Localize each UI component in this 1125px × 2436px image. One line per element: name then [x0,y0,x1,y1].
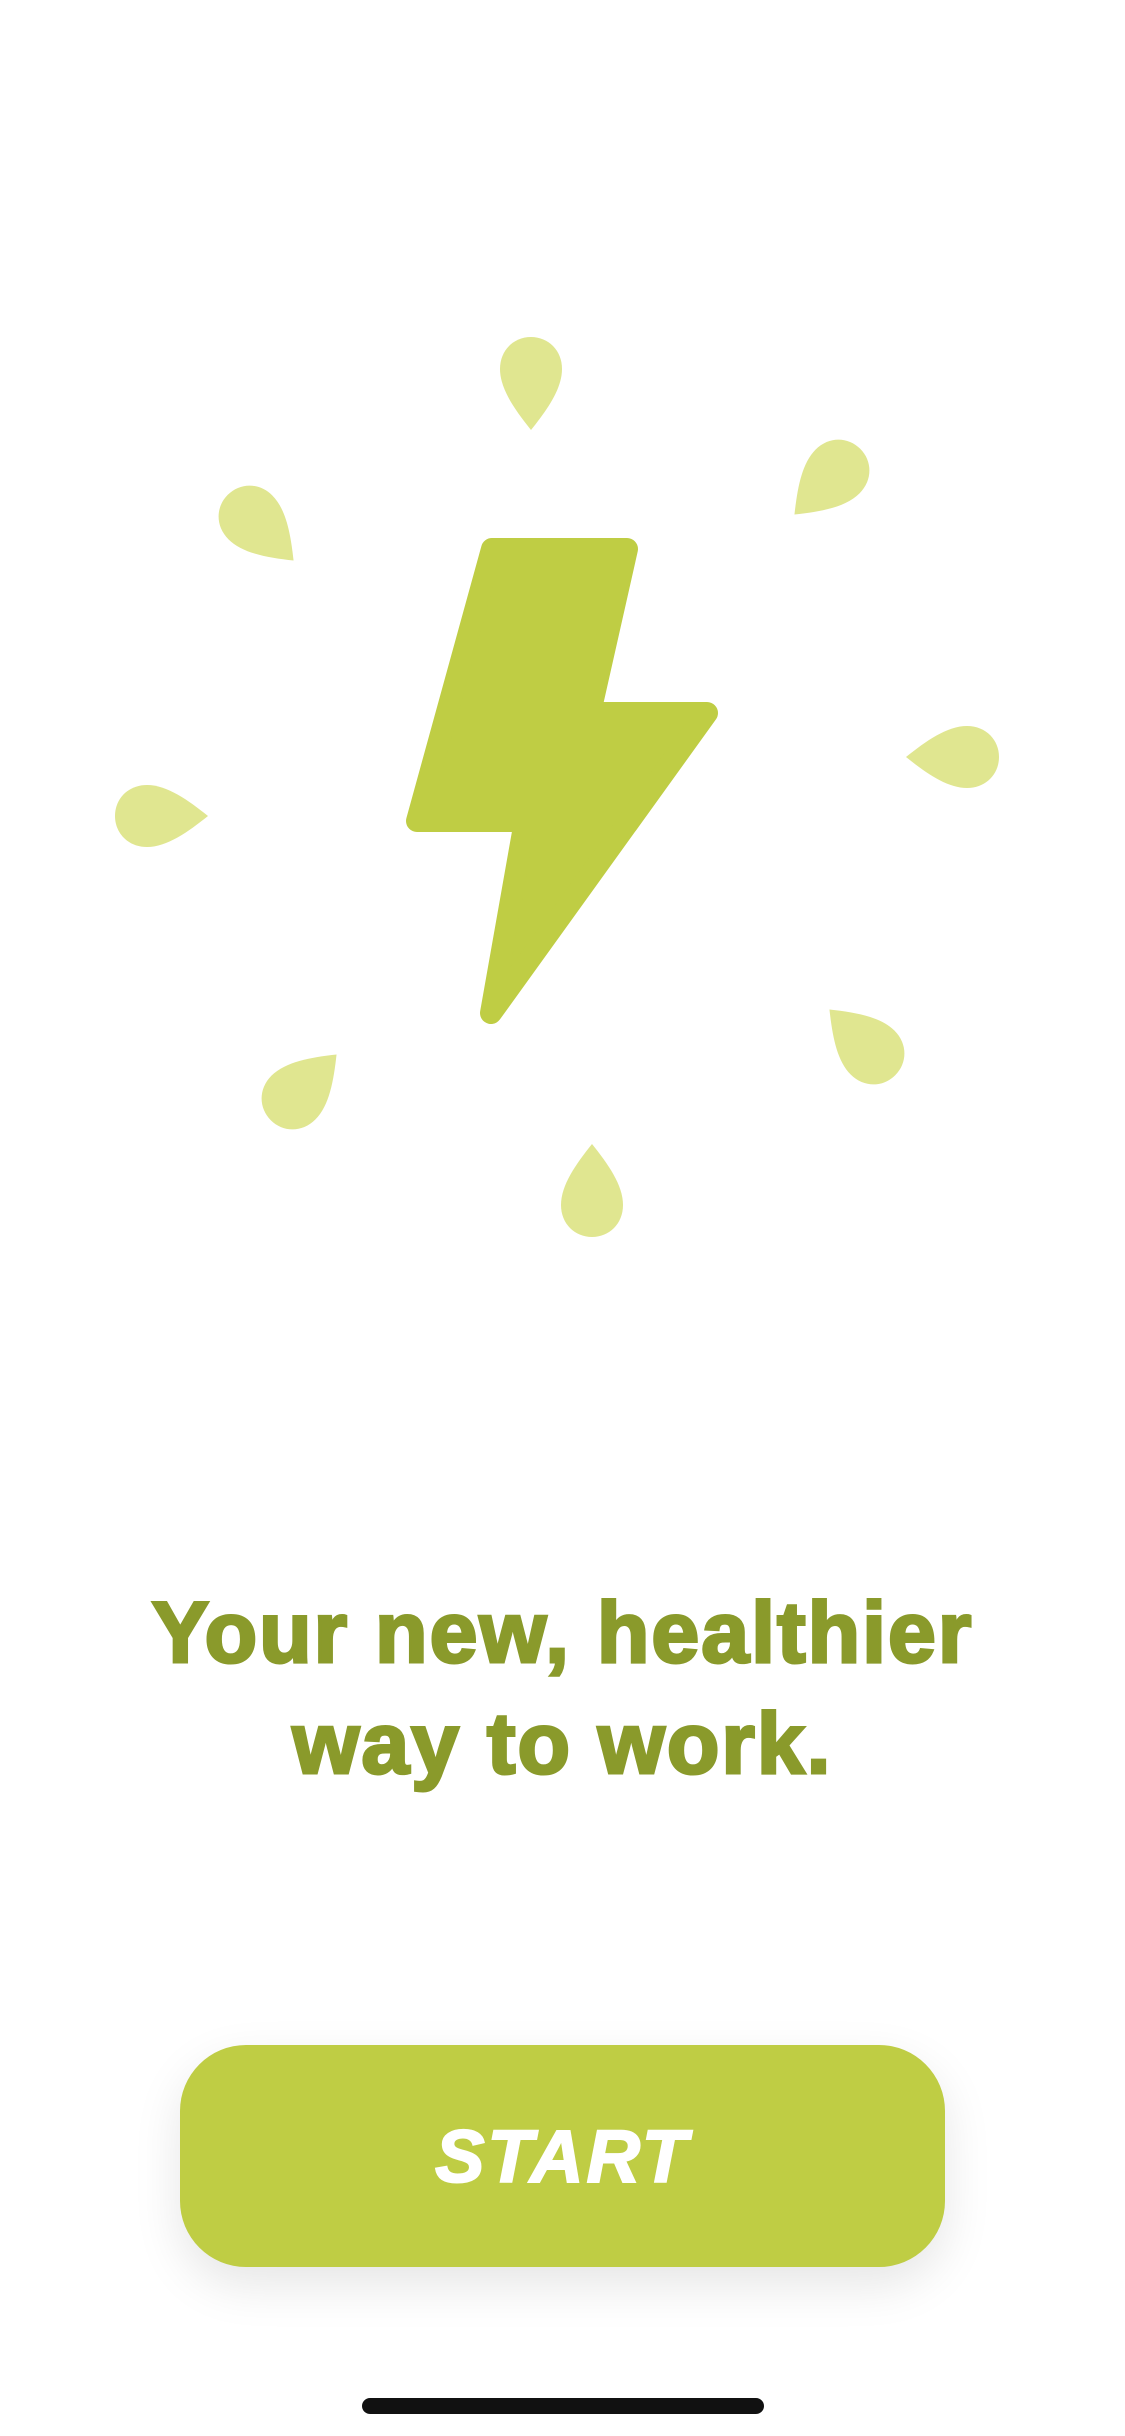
hero-illustration [115,337,999,1237]
headline-line-1: Your new, healthier [150,1584,974,1683]
droplet-icon [906,726,999,788]
lightning-bolt-icon [406,538,718,1024]
droplet-icon [829,1009,905,1085]
droplet-icon [500,337,562,430]
droplet-icon [261,1054,337,1130]
droplet-icon [218,485,294,561]
droplet-icon [794,439,870,515]
home-indicator[interactable] [362,2398,764,2414]
droplet-icon [561,1144,623,1237]
start-button[interactable]: START [180,2045,945,2267]
onboarding-headline: Your new, healthier way to work. [0,1578,1125,1800]
start-button-label: START [434,2114,690,2199]
headline-line-2: way to work. [291,1695,833,1794]
droplet-icon [115,785,208,847]
